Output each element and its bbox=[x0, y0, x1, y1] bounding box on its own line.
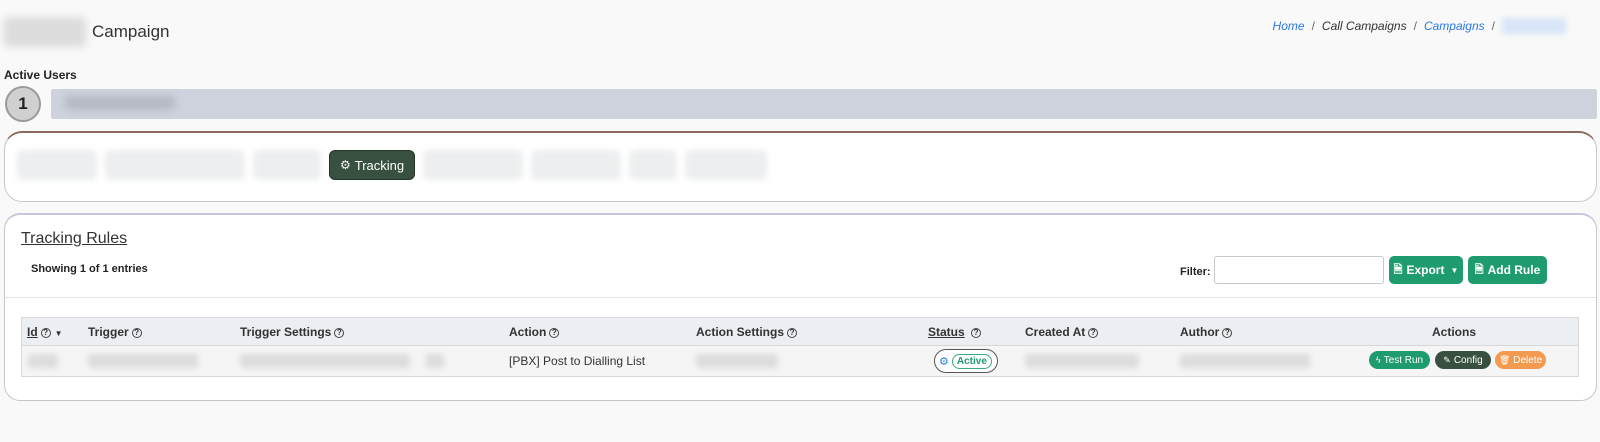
test-run-button[interactable]: ϟ Test Run bbox=[1369, 351, 1430, 369]
tab-tracking[interactable]: ⚙ Tracking bbox=[329, 150, 416, 180]
tab-redacted[interactable] bbox=[17, 150, 97, 180]
page-title: Campaign bbox=[92, 22, 170, 41]
help-icon: ? bbox=[1088, 327, 1099, 338]
breadcrumb: Home / Call Campaigns / Campaigns / bbox=[1273, 18, 1566, 34]
tab-redacted[interactable] bbox=[531, 150, 622, 180]
table-row: [PBX] Post to Dialling List ⚙ Active ϟ Te… bbox=[22, 346, 1578, 376]
help-icon: ? bbox=[1222, 327, 1233, 338]
redacted-user bbox=[65, 96, 175, 110]
active-users-bar bbox=[51, 89, 1597, 119]
redacted-name bbox=[4, 17, 86, 47]
caret-down-icon: ▼ bbox=[1450, 265, 1459, 275]
active-users-label: Active Users bbox=[4, 68, 77, 82]
breadcrumb-redacted bbox=[1502, 18, 1566, 34]
help-icon: ? bbox=[787, 327, 798, 338]
active-users-count: 1 bbox=[5, 86, 41, 122]
help-icon: ? bbox=[549, 327, 560, 338]
col-action-settings[interactable]: Action Settings? bbox=[696, 325, 798, 339]
sort-desc-icon: ▼ bbox=[54, 329, 63, 338]
breadcrumb-call-campaigns: Call Campaigns bbox=[1321, 19, 1407, 33]
gears-icon: ⚙ bbox=[340, 158, 351, 172]
breadcrumb-home[interactable]: Home bbox=[1273, 19, 1305, 33]
add-rule-button[interactable]: 🗎 Add Rule bbox=[1468, 256, 1547, 284]
bolt-icon: ϟ bbox=[1375, 355, 1381, 365]
breadcrumb-campaigns[interactable]: Campaigns bbox=[1424, 19, 1485, 33]
tab-redacted[interactable] bbox=[629, 150, 678, 180]
help-icon: ? bbox=[334, 327, 345, 338]
table-header: Id? ▼ Trigger? Trigger Settings? Action? … bbox=[22, 318, 1578, 346]
cell-id-redacted bbox=[28, 354, 58, 368]
tab-redacted[interactable] bbox=[685, 150, 768, 180]
tab-redacted[interactable] bbox=[253, 150, 321, 180]
file-plus-icon: 🗎 bbox=[1474, 263, 1484, 276]
config-button[interactable]: ✎ Config bbox=[1435, 351, 1491, 369]
cell-action: [PBX] Post to Dialling List bbox=[509, 354, 646, 368]
page-header: Campaign bbox=[4, 14, 170, 50]
tab-redacted[interactable] bbox=[105, 150, 245, 180]
help-icon: ? bbox=[971, 327, 982, 338]
status-badge: ⚙ Active bbox=[934, 349, 998, 373]
entries-count: Showing 1 of 1 entries bbox=[31, 263, 148, 275]
cell-created-at-redacted bbox=[1025, 354, 1139, 368]
rules-table: Id? ▼ Trigger? Trigger Settings? Action? … bbox=[21, 317, 1579, 377]
col-trigger-settings[interactable]: Trigger Settings? bbox=[240, 325, 345, 339]
edit-icon: ✎ bbox=[1443, 354, 1451, 365]
col-id[interactable]: Id? ▼ bbox=[27, 325, 63, 339]
section-title: Tracking Rules bbox=[21, 230, 128, 247]
cell-trigger-settings-redacted bbox=[240, 354, 410, 368]
cell-trigger-settings-redacted bbox=[426, 354, 444, 368]
col-status[interactable]: Status ? bbox=[928, 325, 982, 339]
tab-redacted[interactable] bbox=[423, 150, 524, 180]
file-icon: 🗎 bbox=[1393, 263, 1403, 276]
col-actions: Actions bbox=[1432, 325, 1477, 339]
filter-input[interactable] bbox=[1214, 256, 1384, 284]
trash-icon: 🗑 bbox=[1498, 354, 1511, 365]
gears-icon: ⚙ bbox=[939, 355, 949, 368]
divider bbox=[5, 297, 1596, 298]
help-icon: ? bbox=[40, 327, 51, 338]
tabs-card: ⚙ Tracking bbox=[4, 131, 1597, 202]
cell-action-settings-redacted bbox=[696, 354, 778, 368]
cell-author-redacted bbox=[1180, 354, 1310, 368]
col-trigger[interactable]: Trigger? bbox=[88, 325, 142, 339]
tab-bar: ⚙ Tracking bbox=[17, 144, 768, 186]
help-icon: ? bbox=[131, 327, 142, 338]
col-created-at[interactable]: Created At? bbox=[1025, 325, 1099, 339]
col-author[interactable]: Author? bbox=[1180, 325, 1233, 339]
tab-tracking-label: Tracking bbox=[354, 157, 405, 173]
export-button[interactable]: 🗎 Export ▼ bbox=[1389, 256, 1463, 284]
cell-trigger-redacted bbox=[88, 354, 198, 368]
col-action[interactable]: Action? bbox=[509, 325, 560, 339]
filter-label: Filter: bbox=[1180, 266, 1211, 278]
tracking-rules-card: Tracking Rules Showing 1 of 1 entries Fi… bbox=[4, 213, 1597, 401]
delete-button[interactable]: 🗑 Delete bbox=[1495, 351, 1546, 369]
